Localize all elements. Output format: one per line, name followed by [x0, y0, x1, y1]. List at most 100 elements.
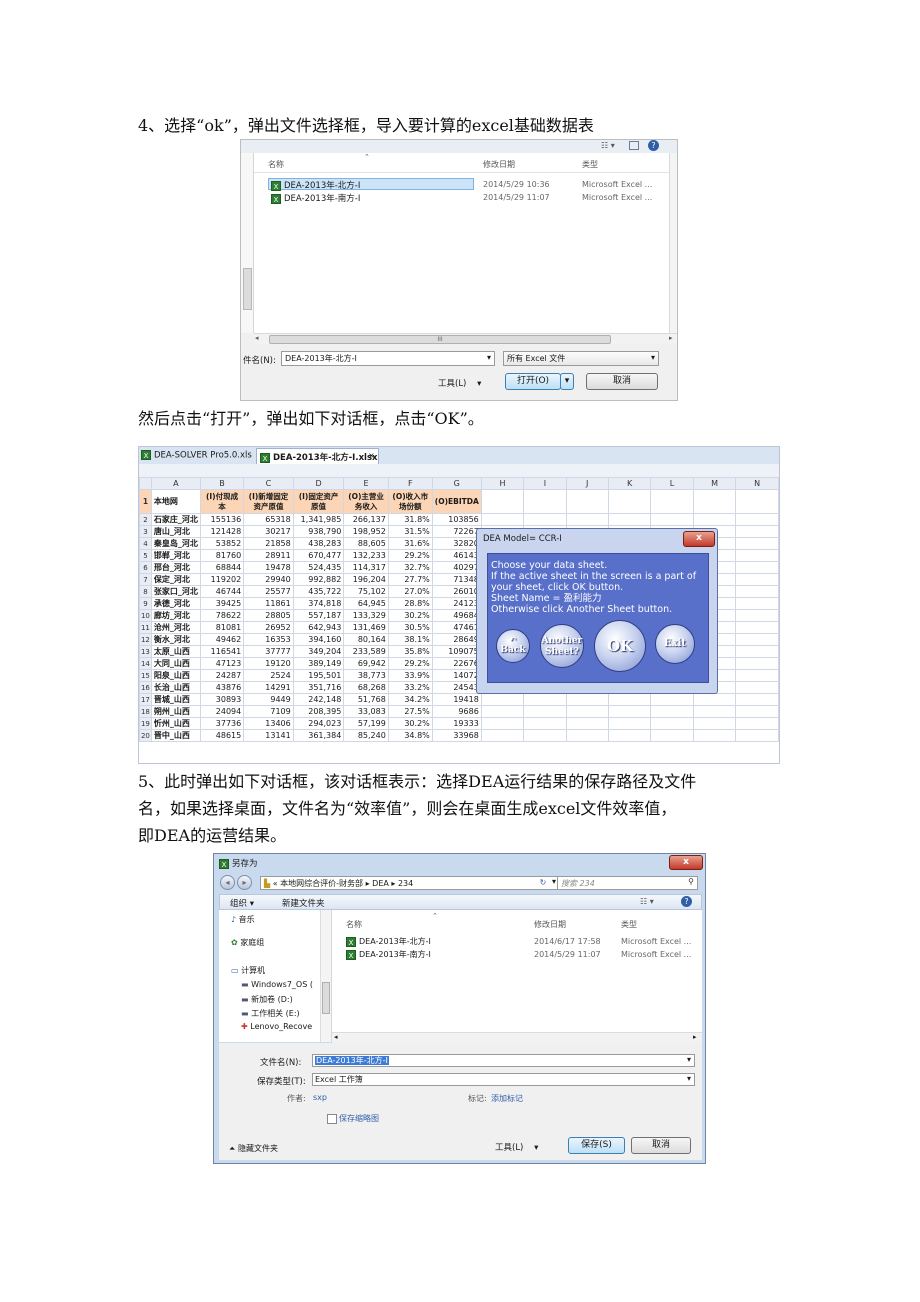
cell[interactable]: 晋中_山西	[150, 729, 201, 742]
column-header[interactable]: H	[480, 477, 525, 490]
cell[interactable]: 49684	[431, 609, 482, 622]
cell[interactable]: 沧州_河北	[150, 621, 201, 634]
ok-button[interactable]: OK	[594, 620, 646, 672]
column-header[interactable]: D	[292, 477, 345, 490]
cell[interactable]: 78622	[199, 609, 245, 622]
empty-cell[interactable]	[735, 657, 779, 670]
nav-item-computer[interactable]: ▭ 计算机	[231, 965, 265, 976]
cell[interactable]: 19120	[243, 657, 294, 670]
empty-cell[interactable]	[735, 549, 779, 562]
cell[interactable]: 长治_山西	[150, 681, 201, 694]
nav-pane-scrollbar[interactable]	[241, 153, 254, 333]
cell[interactable]: 30893	[199, 693, 245, 706]
cell[interactable]: 116541	[199, 645, 245, 658]
cell[interactable]: 294,023	[292, 717, 345, 730]
cell[interactable]: 132,233	[343, 549, 389, 562]
row-number[interactable]: 4	[139, 537, 152, 550]
row-number[interactable]: 12	[139, 633, 152, 646]
cell[interactable]: 廊坊_河北	[150, 609, 201, 622]
empty-cell[interactable]	[607, 717, 652, 730]
cell[interactable]: 33.2%	[387, 681, 433, 694]
empty-cell[interactable]	[735, 621, 779, 634]
cell[interactable]: 155136	[199, 513, 245, 526]
header-cell[interactable]: (O)收入市场份额	[387, 489, 433, 514]
preview-pane-icon[interactable]	[629, 141, 639, 150]
cell[interactable]: 121428	[199, 525, 245, 538]
cell[interactable]: 16353	[243, 633, 294, 646]
breadcrumb[interactable]: DEA	[372, 879, 389, 888]
h-scroll-thumb[interactable]: III	[269, 335, 611, 344]
cell[interactable]: 忻州_山西	[150, 717, 201, 730]
close-tab-icon[interactable]: ×	[368, 451, 375, 460]
chevron-down-icon[interactable]: ▾	[552, 877, 556, 886]
column-header[interactable]: J	[565, 477, 609, 490]
empty-cell[interactable]	[692, 513, 737, 526]
cell[interactable]: 198,952	[343, 525, 389, 538]
breadcrumb[interactable]: 本地网综合评价-财务部	[280, 879, 363, 888]
cell[interactable]: 7109	[243, 705, 294, 718]
list-item[interactable]: X DEA-2013年-南方-I	[271, 192, 360, 204]
close-icon[interactable]: x	[669, 855, 703, 870]
cell[interactable]: 85,240	[343, 729, 389, 742]
cell[interactable]: 81081	[199, 621, 245, 634]
cancel-button[interactable]: 取消	[586, 373, 658, 390]
empty-cell[interactable]	[735, 717, 779, 730]
cell[interactable]: 38.1%	[387, 633, 433, 646]
cell[interactable]: 28649	[431, 633, 482, 646]
cell[interactable]: 349,204	[292, 645, 345, 658]
cell[interactable]: 28805	[243, 609, 294, 622]
row-number[interactable]: 8	[139, 585, 152, 598]
empty-cell[interactable]	[735, 693, 779, 706]
empty-cell[interactable]	[735, 705, 779, 718]
row-number[interactable]: 5	[139, 549, 152, 562]
view-menu-icon[interactable]: ☷ ▾	[601, 141, 615, 150]
empty-cell[interactable]	[523, 705, 567, 718]
cell[interactable]: 14291	[243, 681, 294, 694]
cell[interactable]: 29.2%	[387, 549, 433, 562]
cell[interactable]: 11861	[243, 597, 294, 610]
cell[interactable]: 邯郸_河北	[150, 549, 201, 562]
empty-cell[interactable]	[607, 705, 652, 718]
row-number[interactable]: 14	[139, 657, 152, 670]
cell[interactable]: 34.2%	[387, 693, 433, 706]
nav-item-homegroup[interactable]: ✿ 家庭组	[231, 937, 264, 948]
empty-cell[interactable]	[565, 513, 609, 526]
empty-cell[interactable]	[523, 729, 567, 742]
close-icon[interactable]: x	[683, 531, 715, 547]
cell[interactable]: 46143	[431, 549, 482, 562]
cell[interactable]: 大同_山西	[150, 657, 201, 670]
cell[interactable]: 27.7%	[387, 573, 433, 586]
cell[interactable]: 衡水_河北	[150, 633, 201, 646]
cell[interactable]: 351,716	[292, 681, 345, 694]
breadcrumb[interactable]: 234	[398, 879, 413, 888]
column-header[interactable]: K	[607, 477, 652, 490]
column-header[interactable]: F	[387, 477, 433, 490]
cell[interactable]: 69,942	[343, 657, 389, 670]
row-number[interactable]: 17	[139, 693, 152, 706]
col-header-date[interactable]: 修改日期	[483, 159, 515, 170]
scroll-left-icon[interactable]: ◂	[334, 1033, 338, 1041]
column-header[interactable]: G	[431, 477, 482, 490]
empty-cell[interactable]	[692, 717, 737, 730]
empty-cell[interactable]	[565, 693, 609, 706]
cell[interactable]: 208,395	[292, 705, 345, 718]
cell[interactable]: 435,722	[292, 585, 345, 598]
organize-menu[interactable]: 组织 ▾	[230, 897, 254, 909]
empty-cell[interactable]	[650, 705, 694, 718]
empty-cell[interactable]	[565, 729, 609, 742]
cell[interactable]: 35.8%	[387, 645, 433, 658]
cell[interactable]: 14072	[431, 669, 482, 682]
cell[interactable]: 47123	[199, 657, 245, 670]
cell[interactable]: 33968	[431, 729, 482, 742]
cell[interactable]: 642,943	[292, 621, 345, 634]
cell[interactable]: 9449	[243, 693, 294, 706]
cell[interactable]: 557,187	[292, 609, 345, 622]
row-number[interactable]: 9	[139, 597, 152, 610]
scroll-right-icon[interactable]: ▸	[693, 1033, 697, 1041]
cell[interactable]: 唐山_河北	[150, 525, 201, 538]
view-menu-icon[interactable]: ☷ ▾	[640, 897, 654, 906]
chevron-down-icon[interactable]: ▾	[487, 353, 491, 362]
cell[interactable]: 27.0%	[387, 585, 433, 598]
cell[interactable]: 72267	[431, 525, 482, 538]
cell[interactable]: 24543	[431, 681, 482, 694]
